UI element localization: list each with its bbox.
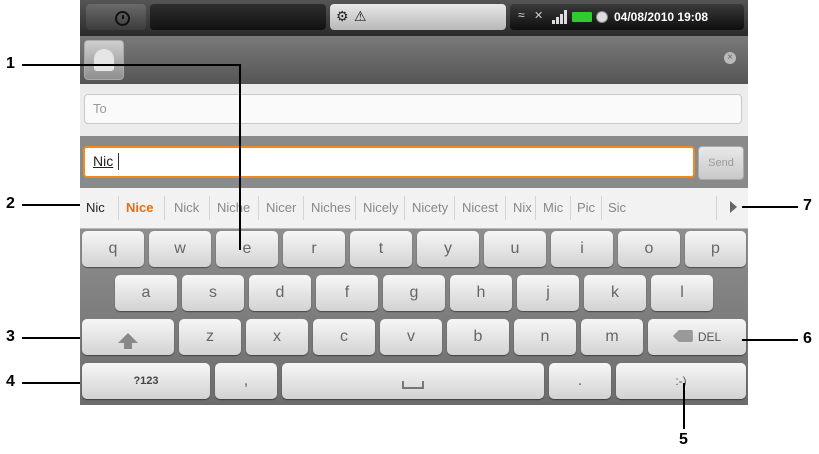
period-key[interactable]: . bbox=[549, 363, 611, 399]
key-h[interactable]: h bbox=[450, 275, 512, 311]
callout-number-5: 5 bbox=[679, 431, 688, 448]
comma-key[interactable]: , bbox=[215, 363, 277, 399]
callout-line-7 bbox=[742, 206, 798, 208]
key-m[interactable]: m bbox=[581, 319, 643, 355]
status-datetime: 04/08/2010 19:08 bbox=[614, 10, 709, 24]
suggestion-item[interactable]: Pic bbox=[577, 200, 595, 215]
status-bar-spacer bbox=[150, 4, 326, 30]
to-placeholder: To bbox=[93, 101, 107, 116]
key-d[interactable]: d bbox=[249, 275, 311, 311]
key-e[interactable]: e bbox=[216, 231, 278, 267]
key-f[interactable]: f bbox=[316, 275, 378, 311]
key-z[interactable]: z bbox=[179, 319, 241, 355]
notification-area[interactable]: ⚙ ⚠ bbox=[330, 4, 506, 30]
key-j[interactable]: j bbox=[517, 275, 579, 311]
key-u[interactable]: u bbox=[484, 231, 546, 267]
callout-line-1 bbox=[22, 64, 240, 66]
suggestion-item[interactable]: Nicer bbox=[266, 200, 296, 215]
status-bar: ⚙ ⚠ ≈ ✕ 04/08/2010 19:08 bbox=[80, 0, 748, 36]
key-s[interactable]: s bbox=[182, 275, 244, 311]
clock-icon bbox=[115, 11, 130, 26]
key-l[interactable]: l bbox=[651, 275, 713, 311]
contact-avatar[interactable] bbox=[84, 40, 124, 80]
shift-key[interactable] bbox=[82, 319, 174, 355]
callout-number-3: 3 bbox=[6, 328, 15, 345]
key-p[interactable]: p bbox=[685, 231, 746, 267]
key-k[interactable]: k bbox=[584, 275, 646, 311]
delete-key[interactable]: DEL bbox=[648, 319, 746, 355]
key-a[interactable]: a bbox=[115, 275, 177, 311]
recipient-area: To bbox=[80, 84, 748, 136]
suggestion-item[interactable]: Nicest bbox=[462, 200, 498, 215]
suggestion-item[interactable]: Mic bbox=[543, 200, 563, 215]
usb-icon: ⚙ bbox=[336, 8, 349, 24]
key-b[interactable]: b bbox=[447, 319, 509, 355]
callout-line-3 bbox=[22, 337, 80, 339]
callout-number-4: 4 bbox=[6, 373, 15, 390]
callout-number-1: 1 bbox=[6, 55, 15, 72]
key-q[interactable]: q bbox=[82, 231, 144, 267]
suggestion-item[interactable]: Nix bbox=[513, 200, 532, 215]
key-x[interactable]: x bbox=[246, 319, 308, 355]
key-y[interactable]: y bbox=[417, 231, 479, 267]
callout-line-4 bbox=[22, 382, 80, 384]
callout-line-2 bbox=[22, 204, 80, 206]
suggestion-item[interactable]: Nic bbox=[86, 200, 105, 215]
battery-icon bbox=[572, 12, 592, 22]
text-caret bbox=[118, 153, 119, 170]
backspace-icon bbox=[672, 330, 693, 342]
key-w[interactable]: w bbox=[149, 231, 211, 267]
shift-arrow-icon bbox=[118, 333, 138, 349]
callout-number-2: 2 bbox=[6, 195, 15, 212]
callout-line-1-vertical bbox=[239, 64, 241, 250]
key-o[interactable]: o bbox=[618, 231, 680, 267]
key-g[interactable]: g bbox=[383, 275, 445, 311]
status-left-tab[interactable] bbox=[86, 4, 146, 30]
key-v[interactable]: v bbox=[380, 319, 442, 355]
mute-icon: ✕ bbox=[534, 10, 544, 22]
wifi-icon: ≈ bbox=[518, 8, 525, 22]
more-suggestions-arrow-icon[interactable] bbox=[730, 201, 737, 213]
message-area: Nic Send bbox=[80, 136, 748, 188]
key-n[interactable]: n bbox=[514, 319, 576, 355]
delete-key-label: DEL bbox=[697, 330, 722, 344]
suggestion-item[interactable]: Niche bbox=[217, 200, 250, 215]
key-r[interactable]: r bbox=[283, 231, 345, 267]
smiley-key[interactable]: :-) bbox=[616, 363, 746, 399]
callout-number-7: 7 bbox=[803, 197, 812, 214]
sync-icon bbox=[596, 11, 608, 23]
callout-number-6: 6 bbox=[803, 330, 812, 347]
space-key[interactable] bbox=[282, 363, 544, 399]
message-text: Nic bbox=[93, 153, 114, 169]
key-c[interactable]: c bbox=[313, 319, 375, 355]
callout-line-6 bbox=[742, 339, 798, 341]
compose-header: × bbox=[80, 36, 748, 84]
suggestion-item[interactable]: Nicety bbox=[412, 200, 448, 215]
callout-line-5 bbox=[683, 383, 685, 429]
close-icon[interactable]: × bbox=[724, 52, 736, 64]
status-indicators[interactable]: ≈ ✕ 04/08/2010 19:08 bbox=[510, 4, 744, 30]
suggestion-item[interactable]: Niches bbox=[311, 200, 351, 215]
key-i[interactable]: i bbox=[551, 231, 613, 267]
warning-icon: ⚠ bbox=[354, 8, 367, 24]
message-input[interactable]: Nic bbox=[83, 146, 695, 178]
suggestion-item-best[interactable]: Nice bbox=[126, 200, 153, 215]
suggestion-item[interactable]: Nick bbox=[174, 200, 199, 215]
suggestion-item[interactable]: Nicely bbox=[363, 200, 398, 215]
symbols-key[interactable]: ?123 bbox=[82, 363, 210, 399]
suggestion-strip: Nic Nice Nick Niche Nicer Niches Nicely … bbox=[80, 188, 748, 229]
key-t[interactable]: t bbox=[350, 231, 412, 267]
send-button[interactable]: Send bbox=[698, 146, 744, 180]
soft-keyboard: q w e r t y u i o p a s d f g h j k l z … bbox=[80, 229, 748, 405]
space-icon bbox=[402, 381, 424, 389]
suggestion-item[interactable]: Sic bbox=[608, 200, 626, 215]
to-field[interactable]: To bbox=[84, 94, 742, 124]
phone-screen: ⚙ ⚠ ≈ ✕ 04/08/2010 19:08 × To Nic Send N… bbox=[80, 0, 748, 405]
signal-icon bbox=[552, 10, 568, 24]
